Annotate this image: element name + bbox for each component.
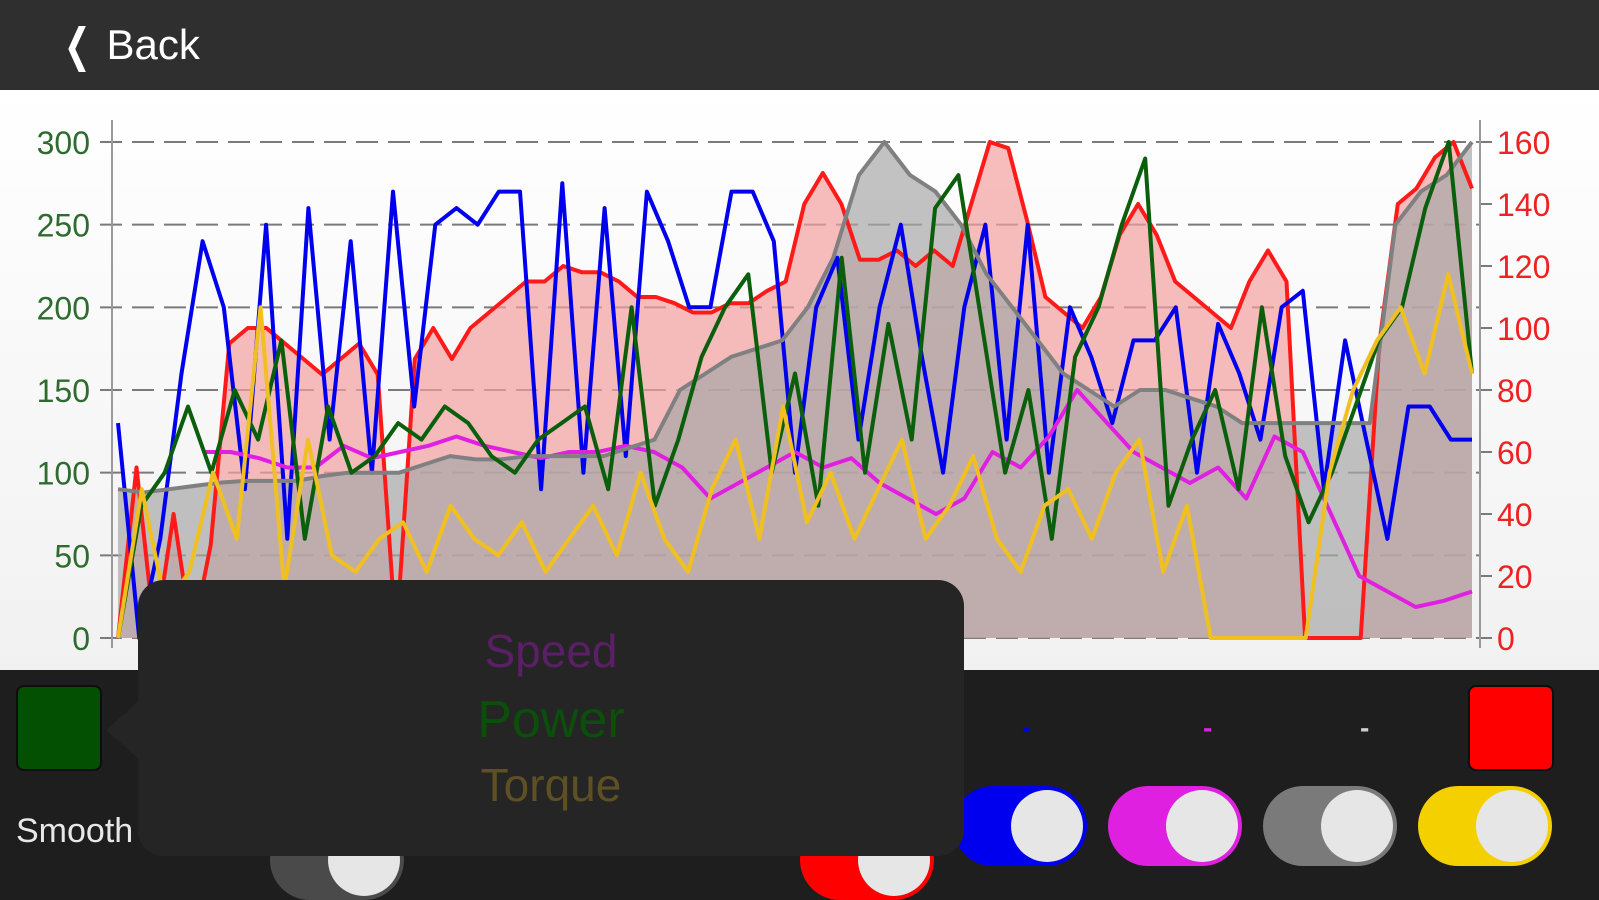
right-axis-tick: 0 bbox=[1497, 621, 1515, 657]
menu-item-speed[interactable]: Speed bbox=[138, 624, 964, 678]
left-axis-tick: 200 bbox=[37, 290, 90, 326]
toggle-knob bbox=[1321, 790, 1393, 862]
magenta-series-dash: - bbox=[1203, 712, 1213, 743]
left-axis-tick: 0 bbox=[72, 621, 90, 657]
red-series-color-swatch[interactable] bbox=[1468, 685, 1554, 771]
blue-series-toggle[interactable] bbox=[953, 786, 1087, 866]
right-axis-tick: 140 bbox=[1497, 187, 1550, 223]
left-axis-tick: 100 bbox=[37, 456, 90, 492]
left-axis-tick: 250 bbox=[37, 208, 90, 244]
gray-series-toggle[interactable] bbox=[1263, 786, 1397, 866]
navigation-bar: ❮ Back bbox=[0, 0, 1599, 90]
right-axis-tick: 100 bbox=[1497, 311, 1550, 347]
right-axis-tick: 20 bbox=[1497, 559, 1533, 595]
back-button[interactable]: ❮ Back bbox=[58, 18, 200, 72]
series-picker-popover: Speed Power Torque bbox=[138, 580, 964, 856]
popover-arrow bbox=[106, 700, 140, 760]
toggle-knob bbox=[1166, 790, 1238, 862]
back-button-label: Back bbox=[106, 21, 200, 68]
right-axis-tick: 60 bbox=[1497, 435, 1533, 471]
left-axis-tick: 50 bbox=[54, 538, 90, 574]
menu-item-torque[interactable]: Torque bbox=[138, 758, 964, 812]
toggle-knob bbox=[1476, 790, 1548, 862]
blue-series-dash: - bbox=[1022, 712, 1032, 743]
smooth-label: Smooth bbox=[16, 812, 134, 850]
yellow-series-toggle[interactable] bbox=[1418, 786, 1552, 866]
toggle-knob bbox=[1011, 790, 1083, 862]
chevron-left-icon: ❮ bbox=[63, 19, 91, 71]
menu-item-power[interactable]: Power bbox=[138, 690, 964, 750]
gray-series-dash: - bbox=[1360, 712, 1370, 743]
power-color-swatch[interactable] bbox=[16, 685, 102, 771]
right-axis-tick: 120 bbox=[1497, 249, 1550, 285]
left-axis-tick: 150 bbox=[37, 373, 90, 409]
right-axis-tick: 40 bbox=[1497, 497, 1533, 533]
left-axis-tick: 300 bbox=[37, 125, 90, 161]
right-axis-tick: 160 bbox=[1497, 125, 1550, 161]
magenta-series-toggle[interactable] bbox=[1108, 786, 1242, 866]
right-axis-tick: 80 bbox=[1497, 373, 1533, 409]
